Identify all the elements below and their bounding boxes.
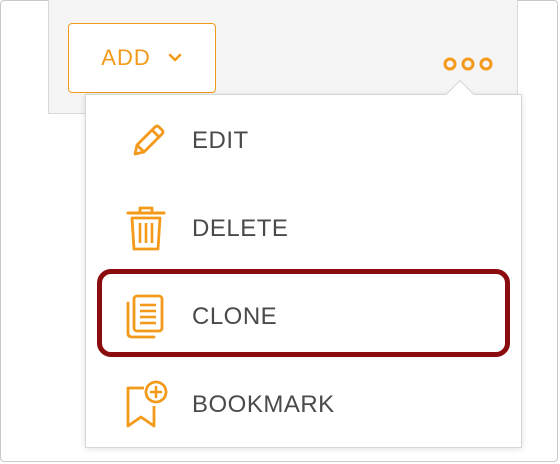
add-button-label: ADD: [101, 45, 151, 70]
menu-item-delete[interactable]: DELETE: [86, 185, 521, 273]
bookmark-add-icon: [122, 380, 170, 429]
more-options-button[interactable]: [440, 52, 498, 76]
trash-icon: [122, 205, 170, 253]
menu-item-label: BOOKMARK: [192, 391, 335, 418]
chevron-down-icon: [168, 53, 182, 62]
menu-item-label: EDIT: [192, 127, 249, 154]
menu-item-label: DELETE: [192, 215, 289, 242]
copy-icon: [122, 293, 170, 341]
menu-item-label: CLONE: [192, 303, 278, 330]
menu-item-bookmark[interactable]: BOOKMARK: [86, 361, 521, 449]
menu-item-edit[interactable]: EDIT: [86, 97, 521, 185]
more-options-icon: [443, 57, 493, 71]
more-options-menu: EDIT DELETE CLONE BOOKMARK: [85, 94, 522, 448]
pencil-icon: [122, 117, 170, 165]
menu-item-clone[interactable]: CLONE: [86, 273, 521, 361]
add-button[interactable]: ADD: [68, 23, 216, 93]
